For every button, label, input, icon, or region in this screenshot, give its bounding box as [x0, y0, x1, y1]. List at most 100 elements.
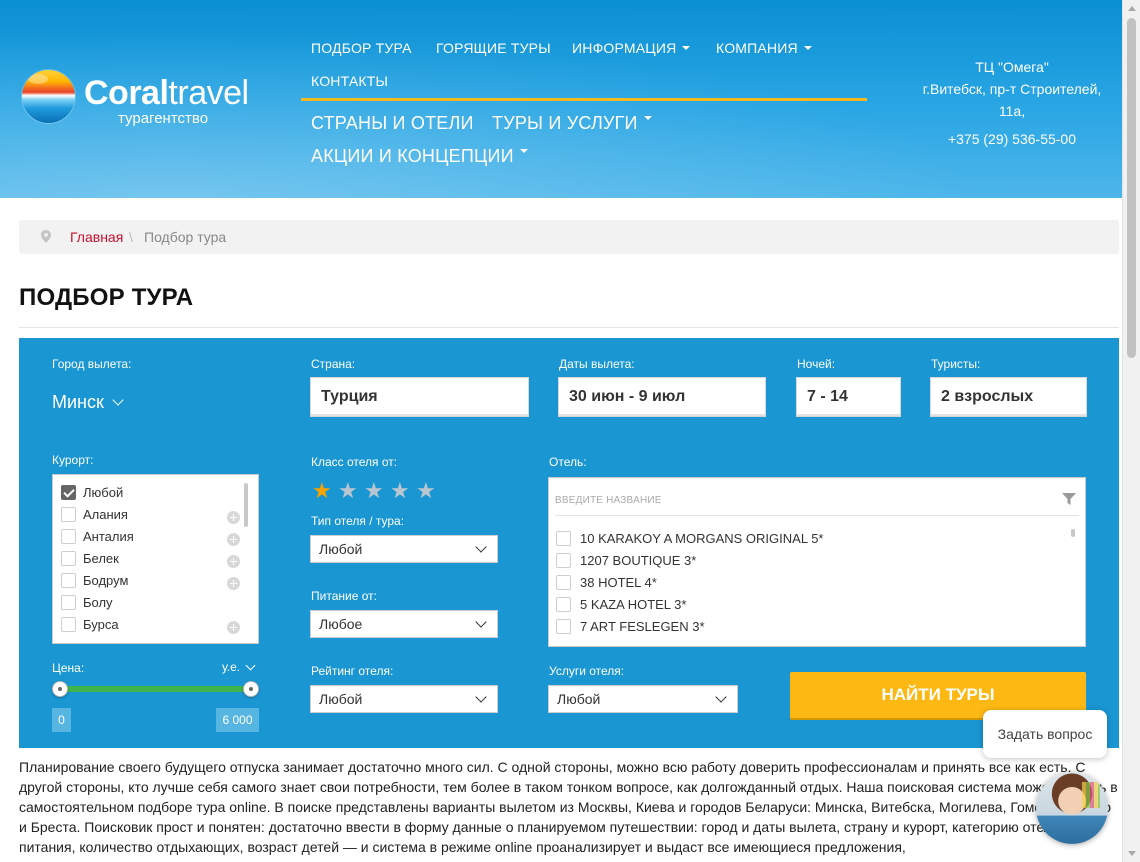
nav-item-promotions[interactable]: АКЦИИ И КОНЦЕПЦИИ: [311, 146, 528, 167]
expand-plus-icon[interactable]: [227, 621, 240, 634]
tourists-label: Туристы:: [931, 357, 981, 371]
caret-down-icon: [682, 46, 691, 51]
nav-item-company[interactable]: КОМПАНИЯ: [716, 40, 812, 56]
nav-item-information[interactable]: ИНФОРМАЦИЯ: [572, 40, 691, 56]
services-select[interactable]: Любой: [548, 685, 738, 713]
checkbox[interactable]: [556, 530, 571, 546]
checkbox[interactable]: [61, 550, 76, 566]
checkbox[interactable]: [61, 616, 76, 632]
services-label: Услуги отеля:: [549, 664, 625, 678]
resort-label: Курорт:: [52, 453, 94, 467]
dates-label: Даты вылета:: [559, 357, 635, 371]
hotel-option[interactable]: 7 ART FESLEGEN 3*: [556, 618, 705, 634]
checkbox[interactable]: [61, 506, 76, 522]
resort-list-scrollbar[interactable]: [244, 483, 248, 527]
expand-plus-icon[interactable]: [227, 511, 240, 524]
departure-city-select[interactable]: Минск: [52, 392, 124, 413]
resort-option[interactable]: Алания: [61, 506, 128, 522]
checkbox[interactable]: [61, 484, 76, 500]
office-address-line2: 11а,: [998, 103, 1026, 119]
nav-item-tour-search[interactable]: ПОДБОР ТУРА: [311, 40, 412, 56]
hotel-list: ВВЕДИТЕ НАЗВАНИЕ 10 KARAKOY A MORGANS OR…: [548, 477, 1086, 647]
country-field[interactable]: Турция: [310, 377, 529, 417]
resort-option[interactable]: Белек: [61, 550, 119, 566]
chevron-down-icon: [475, 616, 487, 628]
nav-item-hot-tours[interactable]: ГОРЯЩИЕ ТУРЫ: [436, 40, 551, 56]
hotel-option[interactable]: 38 HOTEL 4*: [556, 574, 657, 590]
breadcrumb-current: Подбор тура: [144, 229, 227, 245]
star-icon[interactable]: ★: [312, 480, 332, 502]
star-icon[interactable]: ★: [390, 480, 410, 502]
page-title: ПОДБОР ТУРА: [19, 284, 194, 311]
office-phone[interactable]: +375 (29) 536-55-00: [900, 128, 1122, 150]
chevron-down-icon: [245, 660, 256, 671]
tourists-field[interactable]: 2 взрослых: [930, 377, 1087, 417]
consultant-avatar[interactable]: [1036, 772, 1108, 844]
star-icon[interactable]: ★: [338, 480, 358, 502]
nights-label: Ночей:: [797, 357, 836, 371]
office-address-line1: г.Витебск, пр-т Строителей,: [922, 81, 1102, 97]
filter-icon[interactable]: [1062, 493, 1076, 505]
ask-question-button[interactable]: Задать вопрос: [983, 710, 1107, 758]
resort-list: Любой Алания Анталия Белек Бодрум Болу Б…: [52, 474, 259, 644]
site-header: Coraltravel турагентство ПОДБОР ТУРА ГОР…: [0, 0, 1122, 198]
logo-wordmark: Coraltravel: [84, 74, 249, 112]
expand-plus-icon[interactable]: [227, 577, 240, 590]
hotel-type-select[interactable]: Любой: [310, 535, 498, 563]
resort-option[interactable]: Бодрум: [61, 572, 128, 588]
currency-select[interactable]: у.е.: [222, 660, 256, 674]
title-divider: [19, 327, 1119, 328]
checkbox[interactable]: [556, 596, 571, 612]
chevron-down-icon: [475, 541, 487, 553]
breadcrumb: Главная \ Подбор тура: [19, 220, 1119, 254]
checkbox[interactable]: [556, 574, 571, 590]
price-slider-max-handle[interactable]: [243, 681, 259, 697]
scrollbar-thumb[interactable]: [1127, 18, 1136, 358]
hotel-search-input[interactable]: ВВЕДИТЕ НАЗВАНИЕ: [555, 495, 662, 506]
meal-label: Питание от:: [311, 589, 377, 603]
expand-plus-icon[interactable]: [227, 533, 240, 546]
price-max-value: 6 000: [216, 708, 259, 732]
checkbox[interactable]: [61, 572, 76, 588]
hotel-class-label: Класс отеля от:: [311, 455, 398, 469]
scroll-down-icon[interactable]: [1128, 851, 1136, 856]
expand-plus-icon[interactable]: [227, 555, 240, 568]
nav-item-countries-hotels[interactable]: СТРАНЫ И ОТЕЛИ: [311, 113, 474, 134]
departure-city-label: Город вылета:: [52, 357, 132, 371]
price-slider-min-handle[interactable]: [52, 681, 68, 697]
dates-field[interactable]: 30 июн - 9 июл: [558, 377, 766, 417]
hotel-list-scrollbar[interactable]: [1071, 529, 1075, 537]
nights-field[interactable]: 7 - 14: [796, 377, 901, 417]
page-scrollbar[interactable]: [1122, 0, 1140, 862]
star-icon[interactable]: ★: [364, 480, 384, 502]
meal-select[interactable]: Любое: [310, 610, 498, 638]
breadcrumb-separator: \: [129, 229, 133, 245]
scroll-up-icon[interactable]: [1128, 6, 1136, 11]
hotel-option[interactable]: 10 KARAKOY A MORGANS ORIGINAL 5*: [556, 530, 823, 546]
hotel-search-divider: [555, 515, 1079, 516]
resort-option[interactable]: Любой: [61, 484, 123, 500]
resort-option[interactable]: Анталия: [61, 528, 134, 544]
chevron-down-icon: [715, 691, 727, 703]
price-label: Цена:: [52, 661, 85, 675]
logo-subtitle: турагентство: [118, 110, 209, 127]
star-icon[interactable]: ★: [416, 480, 436, 502]
checkbox[interactable]: [556, 618, 571, 634]
nav-item-tours-services[interactable]: ТУРЫ И УСЛУГИ: [492, 113, 652, 134]
price-slider-track[interactable]: [59, 686, 252, 692]
coral-travel-logo[interactable]: Coraltravel турагентство: [22, 70, 282, 130]
resort-option[interactable]: Бурса: [61, 616, 119, 632]
hotel-type-label: Тип отеля / тура:: [311, 514, 405, 528]
caret-down-icon: [519, 149, 528, 154]
checkbox[interactable]: [556, 552, 571, 568]
hotel-option[interactable]: 1207 BOUTIQUE 3*: [556, 552, 696, 568]
hotel-option[interactable]: 5 KAZA HOTEL 3*: [556, 596, 686, 612]
rating-label: Рейтинг отеля:: [311, 664, 394, 678]
checkbox[interactable]: [61, 528, 76, 544]
resort-option[interactable]: Болу: [61, 594, 113, 610]
breadcrumb-home-link[interactable]: Главная: [70, 220, 123, 254]
rating-select[interactable]: Любой: [310, 685, 498, 713]
nav-item-contacts[interactable]: КОНТАКТЫ: [311, 73, 388, 89]
checkbox[interactable]: [61, 594, 76, 610]
nav-divider: [301, 98, 867, 101]
